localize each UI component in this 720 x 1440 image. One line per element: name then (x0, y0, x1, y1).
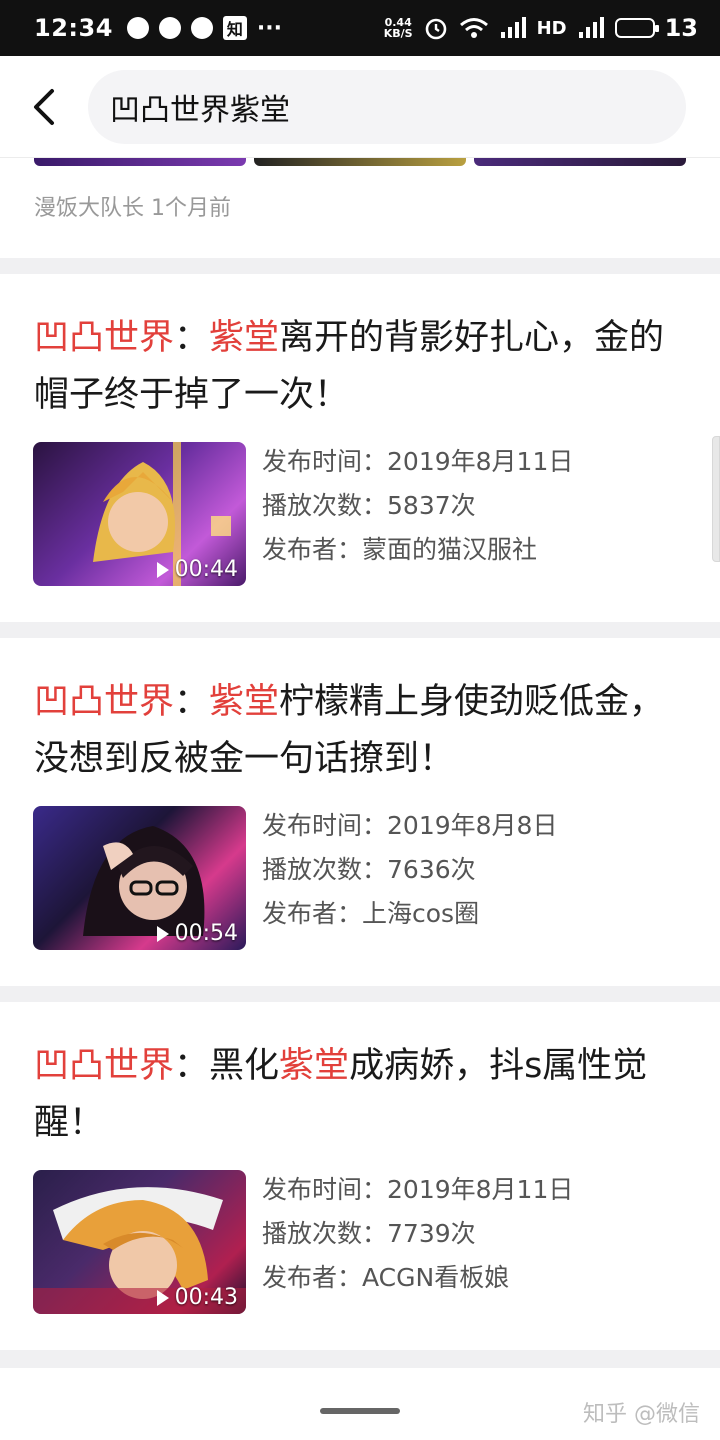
more-notifications-icon: ··· (256, 15, 282, 41)
chat-icon (158, 17, 181, 39)
back-arrow-icon (34, 88, 54, 125)
publish-date: 2019年8月11日 (387, 447, 574, 476)
result-title[interactable]: 凹凸世界：黑化紫堂成病娇，抖s属性觉醒！ (34, 1038, 694, 1152)
zhihu-icon: 知 (222, 16, 247, 40)
message-icon (126, 17, 149, 39)
thumbnail-image (254, 158, 466, 166)
play-icon (156, 925, 169, 942)
video-thumbnail[interactable]: 00:43 (33, 1170, 246, 1314)
result-meta: 发布时间： 2019年8月11日 播放次数： 7739次 发布者： ACGN看板娘 (262, 1168, 573, 1300)
search-input[interactable]: 凹凸世界紫堂 (88, 69, 686, 144)
play-count: 7636次 (387, 855, 476, 884)
publish-date: 2019年8月11日 (387, 1175, 574, 1204)
result-title[interactable]: 凹凸世界：紫堂离开的背影好扎心，金的帽子终于掉了一次！ (34, 310, 694, 424)
status-time: 12:34 (34, 14, 113, 42)
play-icon (156, 561, 169, 578)
home-gesture-pill[interactable] (320, 1408, 400, 1414)
card-separator (0, 1350, 720, 1368)
notification-icons: 知 ··· (126, 15, 282, 41)
video-result-card[interactable]: 凹凸世界：紫堂柠檬精上身使劲贬低金，没想到反被金一句话撩到！ 00:54 发布时… (0, 638, 720, 986)
alarm-icon (423, 15, 449, 41)
video-thumbnail[interactable]: 00:44 (33, 442, 246, 586)
battery-level: 13 (664, 14, 698, 42)
publisher: ACGN看板娘 (362, 1263, 510, 1292)
back-button[interactable] (0, 56, 88, 158)
thumbnail-image (34, 158, 246, 166)
play-count: 7739次 (387, 1219, 476, 1248)
gesture-navigation-bar: 知乎 @微信 (0, 1368, 720, 1440)
video-result-card[interactable]: 凹凸世界：紫堂离开的背影好扎心，金的帽子终于掉了一次！ 00:44 发布时间： 2… (0, 274, 720, 622)
previous-result-card[interactable]: 漫饭大队长 1个月前 (0, 158, 720, 258)
wifi-icon (459, 16, 489, 40)
play-count: 5837次 (387, 491, 476, 520)
hd-icon: HD (536, 17, 567, 39)
status-indicators: 0.44 KB/S HD 13 (384, 14, 698, 42)
card-separator (0, 622, 720, 638)
scrollbar-handle[interactable] (712, 436, 720, 562)
video-thumbnail[interactable]: 00:54 (33, 806, 246, 950)
publish-date: 2019年8月8日 (387, 811, 558, 840)
result-title[interactable]: 凹凸世界：紫堂柠檬精上身使劲贬低金，没想到反被金一句话撩到！ (34, 674, 694, 788)
signal-4g-icon (499, 16, 527, 40)
video-result-card[interactable]: 凹凸世界：黑化紫堂成病娇，抖s属性觉醒！ 00:43 发布时间： 2019年8月1… (0, 1002, 720, 1350)
video-duration: 00:44 (156, 557, 238, 582)
thumbnail-image (474, 158, 686, 166)
video-duration: 00:43 (156, 1285, 238, 1310)
previous-result-meta: 漫饭大队长 1个月前 (34, 196, 231, 221)
publisher: 蒙面的猫汉服社 (362, 535, 538, 564)
video-duration: 00:54 (156, 921, 238, 946)
search-header: 凹凸世界紫堂 (0, 56, 720, 158)
comment-icon (190, 17, 213, 39)
play-icon (156, 1289, 169, 1306)
card-separator (0, 986, 720, 1002)
signal-icon (577, 16, 605, 40)
publisher: 上海cos圈 (362, 899, 480, 928)
watermark-text: 知乎 @微信 (583, 1402, 700, 1427)
result-meta: 发布时间： 2019年8月8日 播放次数： 7636次 发布者： 上海cos圈 (262, 804, 557, 936)
status-bar: 12:34 知 ··· 0.44 KB/S HD 13 (0, 0, 720, 56)
card-separator (0, 258, 720, 274)
battery-icon (614, 18, 659, 38)
result-meta: 发布时间： 2019年8月11日 播放次数： 5837次 发布者： 蒙面的猫汉服社 (262, 440, 573, 572)
previous-thumbnails (34, 158, 686, 166)
network-speed: 0.44 KB/S (383, 16, 413, 40)
